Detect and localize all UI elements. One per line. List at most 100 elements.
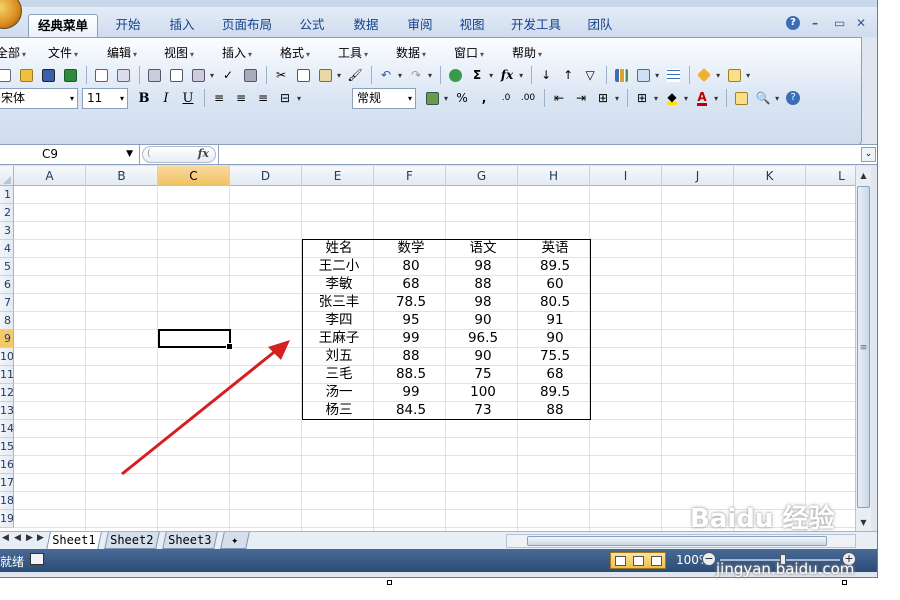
increase-decimal-icon[interactable]: .0 xyxy=(496,88,516,108)
copy-icon[interactable] xyxy=(293,65,313,85)
comment-icon[interactable] xyxy=(724,65,744,85)
drawing-icon[interactable] xyxy=(633,65,653,85)
open-icon[interactable] xyxy=(16,65,36,85)
comma-button[interactable]: , xyxy=(474,88,494,108)
menu-insert[interactable]: 插入 ▾ xyxy=(222,44,252,61)
zoom-out-icon[interactable]: − xyxy=(702,552,716,566)
hyperlink-icon[interactable] xyxy=(445,65,465,85)
insert-sheet-icon[interactable]: ✦ xyxy=(220,532,250,549)
cut-icon[interactable]: ✂ xyxy=(271,65,291,85)
close-icon[interactable]: ✕ xyxy=(856,16,866,30)
align-left-icon[interactable]: ≡ xyxy=(209,88,229,108)
tab-view[interactable]: 视图 xyxy=(450,14,494,37)
filter-icon[interactable]: ▽ xyxy=(580,65,600,85)
tab-data[interactable]: 数据 xyxy=(344,14,388,37)
print-setup-icon[interactable] xyxy=(188,65,208,85)
expand-formula-icon[interactable]: ⌄ xyxy=(861,147,876,162)
horizontal-scrollbar[interactable] xyxy=(506,534,856,548)
minimize-icon[interactable]: – xyxy=(812,16,818,30)
print-preview-icon[interactable] xyxy=(166,65,186,85)
tab-team[interactable]: 团队 xyxy=(578,14,622,37)
help-circle-icon[interactable]: ? xyxy=(783,88,803,108)
zoom-icon[interactable]: 🔍 xyxy=(753,88,773,108)
number-format-select[interactable]: 常规 ▾ xyxy=(352,88,416,109)
sheet-tab-1[interactable]: Sheet1 xyxy=(46,532,102,550)
tab-review[interactable]: 审阅 xyxy=(398,14,442,37)
menu-data[interactable]: 数据 ▾ xyxy=(396,44,426,61)
vertical-scrollbar[interactable]: ▲ ≡ ▼ xyxy=(855,166,871,531)
align-right-icon[interactable]: ≡ xyxy=(253,88,273,108)
tab-developer[interactable]: 开发工具 xyxy=(504,14,568,37)
macro-record-icon[interactable] xyxy=(30,553,44,565)
page-break-view-icon[interactable] xyxy=(650,555,662,566)
permission-icon[interactable] xyxy=(113,65,133,85)
tab-classic-menu[interactable]: 经典菜单 xyxy=(28,14,98,37)
help-icon[interactable]: ? xyxy=(786,16,800,30)
tab-home[interactable]: 开始 xyxy=(106,14,150,37)
paste-icon[interactable] xyxy=(315,65,335,85)
borders-icon[interactable]: ⊞ xyxy=(632,88,652,108)
print-icon[interactable] xyxy=(144,65,164,85)
pdf-icon[interactable] xyxy=(91,65,111,85)
last-sheet-icon[interactable]: ▶ xyxy=(37,533,44,543)
name-box[interactable]: C9 ▼ xyxy=(0,145,140,164)
format-painter-icon[interactable]: 🖌 xyxy=(345,65,365,85)
first-sheet-icon[interactable]: ◀ xyxy=(2,533,9,543)
menu-tools[interactable]: 工具 ▾ xyxy=(338,44,368,61)
office-button-icon[interactable] xyxy=(0,0,22,29)
save-icon[interactable] xyxy=(38,65,58,85)
menu-help[interactable]: 帮助 ▾ xyxy=(512,44,542,61)
tab-formulas[interactable]: 公式 xyxy=(290,14,334,37)
new-icon[interactable] xyxy=(0,65,14,85)
menu-view[interactable]: 视图 ▾ xyxy=(164,44,194,61)
sort-ascending-icon[interactable]: ↓ xyxy=(536,65,556,85)
resize-handle[interactable] xyxy=(387,580,392,585)
sheet-tab-3[interactable]: Sheet3 xyxy=(162,532,218,549)
font-color-icon[interactable]: A xyxy=(692,88,712,108)
menu-format[interactable]: 格式 ▾ xyxy=(280,44,310,61)
undo-icon[interactable]: ↶ xyxy=(376,65,396,85)
research-icon[interactable] xyxy=(240,65,260,85)
sheet-tab-2[interactable]: Sheet2 xyxy=(104,532,160,549)
insert-function-icon[interactable]: fx xyxy=(497,65,517,85)
align-center-icon[interactable]: ≡ xyxy=(231,88,251,108)
restore-icon[interactable]: ▭ xyxy=(834,16,845,30)
resize-handle[interactable] xyxy=(842,580,847,585)
underline-button[interactable]: U xyxy=(178,88,198,108)
scroll-up-icon[interactable]: ▲ xyxy=(856,168,871,183)
menu-file[interactable]: 文件 ▾ xyxy=(48,44,78,61)
scroll-down-icon[interactable]: ▼ xyxy=(856,515,871,530)
vertical-scroll-thumb[interactable]: ≡ xyxy=(857,186,870,508)
percent-button[interactable]: % xyxy=(452,88,472,108)
prev-sheet-icon[interactable]: ◀ xyxy=(14,533,21,543)
fill-color-icon[interactable]: ◆ xyxy=(662,88,682,108)
table-icon[interactable] xyxy=(663,65,683,85)
sort-descending-icon[interactable]: ↑ xyxy=(558,65,578,85)
menu-edit[interactable]: 编辑 ▾ xyxy=(107,44,137,61)
autosum-icon[interactable]: Σ xyxy=(467,65,487,85)
insert-function-button[interactable]: fx xyxy=(198,147,209,160)
font-name-select[interactable]: 宋体 ▾ xyxy=(0,88,78,109)
menu-window[interactable]: 窗口 ▾ xyxy=(454,44,484,61)
redo-icon[interactable]: ↷ xyxy=(406,65,426,85)
horizontal-scroll-thumb[interactable] xyxy=(527,536,827,546)
increase-indent-icon[interactable]: ⇥ xyxy=(571,88,591,108)
tab-page-layout[interactable]: 页面布局 xyxy=(214,14,280,37)
chart-icon[interactable] xyxy=(611,65,631,85)
wrap-text-icon[interactable]: ⊞ xyxy=(593,88,613,108)
spelling-icon[interactable]: ✓ xyxy=(218,65,238,85)
new-comment-icon[interactable] xyxy=(731,88,751,108)
italic-button[interactable]: I xyxy=(156,88,176,108)
merge-center-icon[interactable]: ⊟ xyxy=(275,88,295,108)
decrease-decimal-icon[interactable]: .00 xyxy=(518,88,538,108)
page-layout-view-icon[interactable] xyxy=(632,555,644,566)
worksheet-grid[interactable]: A B C D E F G H I J K L 1 2 3 4 5 6 7 8 9 10 11 12 1… xyxy=(0,166,855,531)
next-sheet-icon[interactable]: ▶ xyxy=(26,533,33,543)
formula-input[interactable] xyxy=(218,145,854,164)
style-icon[interactable] xyxy=(694,65,714,85)
bold-button[interactable]: B xyxy=(134,88,154,108)
currency-icon[interactable] xyxy=(422,88,442,108)
font-size-select[interactable]: 11 ▾ xyxy=(82,88,128,109)
normal-view-icon[interactable] xyxy=(614,555,626,566)
menu-all[interactable]: 全部▾ xyxy=(0,44,26,61)
